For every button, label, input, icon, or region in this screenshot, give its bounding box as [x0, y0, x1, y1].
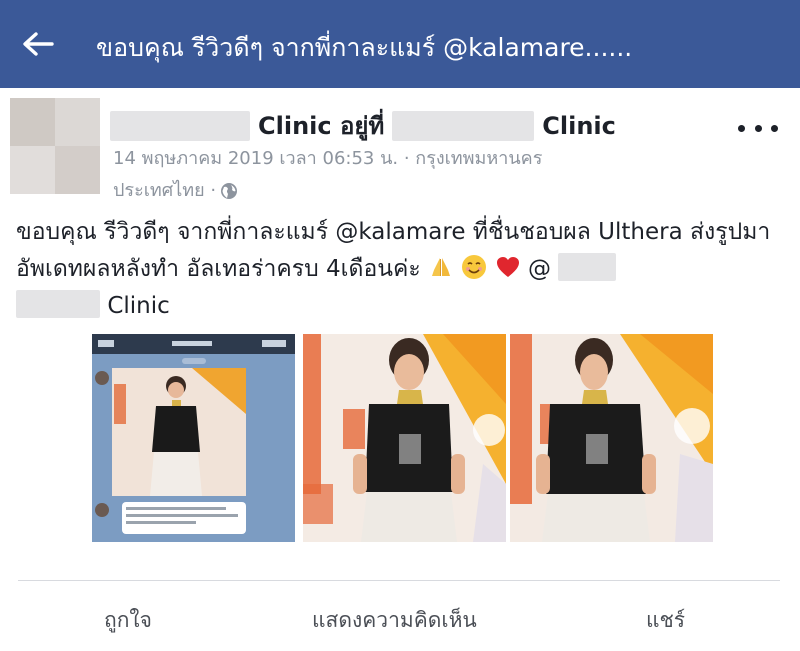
photo-event-1[interactable]	[303, 334, 506, 542]
share-button[interactable]: แชร์	[646, 604, 685, 637]
chat-screenshot-image	[92, 334, 295, 542]
event-photo-image	[303, 334, 506, 542]
page-title: ขอบคุณ รีวิวดีๆ จากพี่กาละแมร์ @kalamare…	[96, 33, 633, 62]
smiling-face-emoji	[462, 255, 487, 279]
arrow-left-icon	[23, 32, 54, 56]
event-photo-image	[510, 334, 713, 542]
redacted-name	[392, 110, 535, 141]
redacted-mention	[558, 253, 617, 281]
photo-chat-screenshot[interactable]	[92, 334, 295, 542]
post-meta: 14 พฤษภาคม 2019 เวลา 06:53 น. · กรุงเทพม…	[113, 143, 673, 207]
globe-icon	[221, 183, 238, 199]
dot	[771, 124, 778, 132]
page-name-part2: Clinic	[542, 111, 616, 140]
mention-at[interactable]: @	[528, 256, 551, 282]
page-name-part1: Clinic อยู่ที่	[258, 112, 385, 140]
post-timestamp[interactable]: 14 พฤษภาคม 2019 เวลา 06:53 น. · กรุงเทพม…	[113, 143, 673, 175]
back-button[interactable]	[18, 26, 58, 62]
photo-event-2[interactable]	[510, 334, 713, 542]
mention-clinic[interactable]: Clinic	[107, 293, 169, 319]
more-options-button[interactable]	[738, 118, 778, 138]
avatar[interactable]	[10, 98, 100, 194]
page-name[interactable]: Clinic อยู่ที่ Clinic	[110, 106, 616, 145]
dot	[738, 124, 745, 132]
folded-hands-emoji	[432, 258, 451, 276]
photo-grid	[92, 334, 713, 544]
post-text: ขอบคุณ รีวิวดีๆ จากพี่กาละแมร์ @kalamare…	[16, 214, 786, 325]
like-button[interactable]: ถูกใจ	[104, 604, 152, 637]
dot	[754, 124, 762, 132]
post-text-main: ขอบคุณ รีวิวดีๆ จากพี่กาละแมร์ @kalamare…	[16, 219, 771, 282]
redacted-name	[110, 110, 250, 141]
top-bar: ขอบคุณ รีวิวดีๆ จากพี่กาละแมร์ @kalamare…	[0, 0, 800, 88]
comment-button[interactable]: แสดงความคิดเห็น	[312, 604, 477, 637]
post-location: ประเทศไทย ·	[113, 180, 217, 201]
red-heart-emoji	[496, 257, 519, 277]
divider	[18, 580, 780, 581]
redacted-mention	[16, 290, 100, 318]
